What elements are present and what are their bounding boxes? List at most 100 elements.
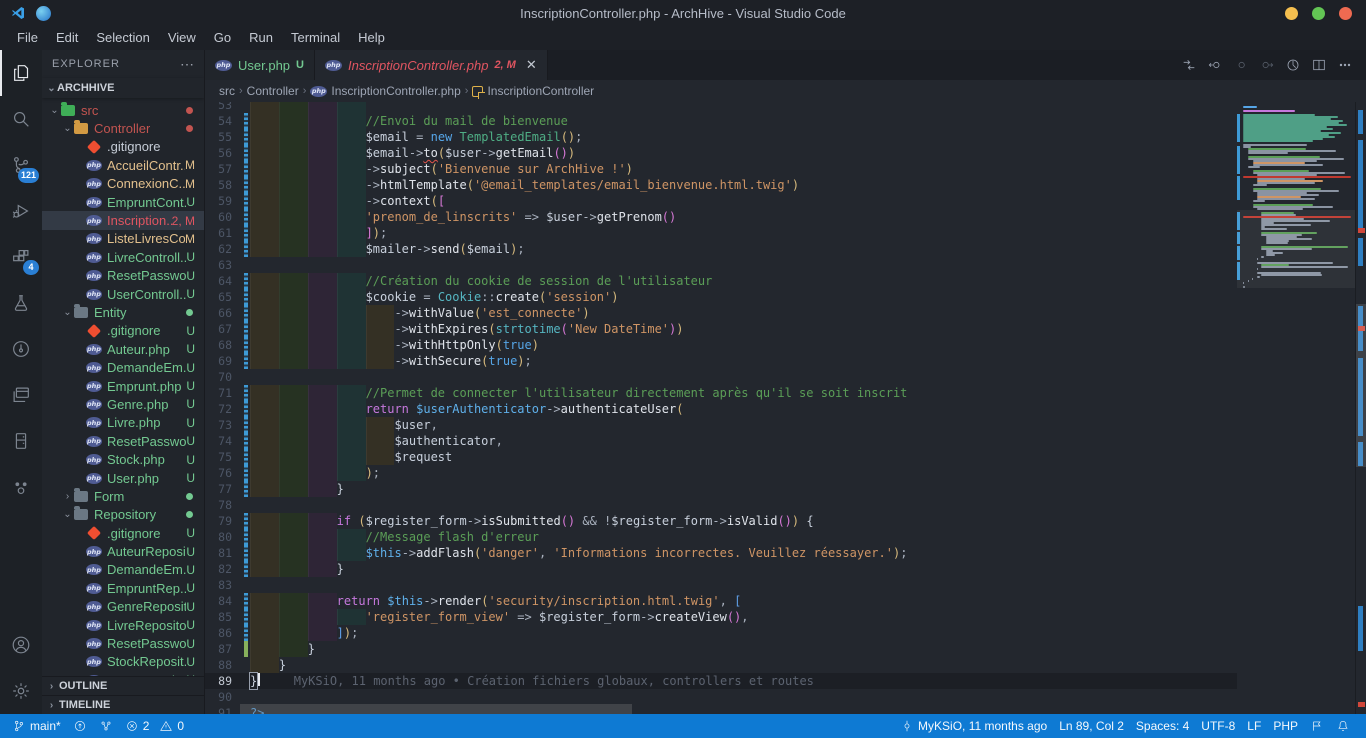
tree-file-resetpasswo[interactable]: phpResetPasswo...U	[42, 267, 204, 285]
code-line-58[interactable]: 58->htmlTemplate('@email_templates/email…	[205, 177, 1237, 193]
tree-file-gitignore[interactable]: .gitignoreU	[42, 524, 204, 542]
previous-change-icon[interactable]	[1230, 54, 1252, 76]
minimize-button[interactable]	[1285, 7, 1298, 20]
code-line-87[interactable]: 87}	[205, 641, 1237, 657]
code-line-88[interactable]: 88}	[205, 657, 1237, 673]
code-line-72[interactable]: 72return $userAuthenticator->authenticat…	[205, 401, 1237, 417]
tree-file-livrereposito[interactable]: phpLivreReposito...U	[42, 616, 204, 634]
code-line-83[interactable]: 83	[205, 577, 1237, 593]
more-actions-icon[interactable]	[1334, 54, 1356, 76]
close-icon[interactable]: ✕	[526, 57, 537, 73]
menu-help[interactable]: Help	[349, 26, 394, 50]
tree-file-resetpasswo[interactable]: phpResetPasswo...U	[42, 634, 204, 652]
tree-file-empruntphp[interactable]: phpEmprunt.phpU	[42, 377, 204, 395]
tree-file-demandeem[interactable]: phpDemandeEm...U	[42, 358, 204, 376]
menu-view[interactable]: View	[159, 26, 205, 50]
tree-file-connexionc[interactable]: phpConnexionC...M	[42, 175, 204, 193]
menu-go[interactable]: Go	[205, 26, 240, 50]
code-line-79[interactable]: 79if ($register_form->isSubmitted() && !…	[205, 513, 1237, 529]
code-line-89[interactable]: 89}MyKSiO, 11 months ago • Création fich…	[205, 673, 1237, 689]
explorer-icon[interactable]	[0, 50, 42, 96]
code-editor[interactable]: 5354//Envoi du mail de bienvenue55$email…	[205, 102, 1237, 714]
tree-file-livrephp[interactable]: phpLivre.phpU	[42, 414, 204, 432]
tab-userphp[interactable]: phpUser.phpU	[205, 50, 315, 80]
horizontal-scrollbar[interactable]	[240, 704, 632, 714]
code-line-63[interactable]: 63	[205, 257, 1237, 273]
code-line-71[interactable]: 71//Permet de connecter l'utilisateur di…	[205, 385, 1237, 401]
code-line-84[interactable]: 84return $this->render('security/inscrip…	[205, 593, 1237, 609]
code-line-78[interactable]: 78	[205, 497, 1237, 513]
code-line-53[interactable]: 53	[205, 102, 1237, 113]
run-debug-icon[interactable]	[0, 188, 42, 234]
code-line-68[interactable]: 68->withHttpOnly(true)	[205, 337, 1237, 353]
status-publish[interactable]	[67, 714, 93, 738]
testing-icon[interactable]	[0, 280, 42, 326]
code-line-60[interactable]: 60'prenom_de_linscrits' => $user->getPre…	[205, 209, 1237, 225]
tree-folder-entity[interactable]: ⌄Entity	[42, 303, 204, 321]
file-history-icon[interactable]	[1282, 54, 1304, 76]
breadcrumb-item[interactable]: src	[219, 84, 235, 98]
status-feedback[interactable]	[1304, 714, 1330, 738]
code-line-69[interactable]: 69->withSecure(true);	[205, 353, 1237, 369]
code-line-70[interactable]: 70	[205, 369, 1237, 385]
scrollbar-thumb[interactable]	[1356, 304, 1366, 467]
code-line-55[interactable]: 55$email = new TemplatedEmail();	[205, 129, 1237, 145]
remote-explorer-icon[interactable]	[0, 372, 42, 418]
open-changes-icon[interactable]	[1178, 54, 1200, 76]
database-icon[interactable]	[0, 418, 42, 464]
tree-folder-controller[interactable]: ⌄Controller	[42, 119, 204, 137]
tree-file-resetpasswo[interactable]: phpResetPasswo...U	[42, 432, 204, 450]
status-git-graph[interactable]	[93, 714, 119, 738]
code-line-90[interactable]: 90	[205, 689, 1237, 705]
code-line-59[interactable]: 59->context([	[205, 193, 1237, 209]
tree-folder-src[interactable]: ⌄src	[42, 101, 204, 119]
code-line-76[interactable]: 76);	[205, 465, 1237, 481]
tree-file-inscription[interactable]: phpInscription...2, M	[42, 211, 204, 229]
menu-selection[interactable]: Selection	[87, 26, 158, 50]
tree-file-userphp[interactable]: phpUser.phpU	[42, 469, 204, 487]
code-line-67[interactable]: 67->withExpires(strtotime('New DateTime'…	[205, 321, 1237, 337]
panel-outline[interactable]: ›OUTLINE	[42, 676, 204, 695]
code-line-65[interactable]: 65$cookie = Cookie::create('session')	[205, 289, 1237, 305]
account-icon[interactable]	[0, 622, 42, 668]
panel-timeline[interactable]: ›TIMELINE	[42, 695, 204, 714]
tree-file-stockphp[interactable]: phpStock.phpU	[42, 450, 204, 468]
tab-inscriptioncontrollerphp[interactable]: phpInscriptionController.php2, M✕	[315, 50, 548, 80]
code-line-64[interactable]: 64//Création du cookie de session de l'u…	[205, 273, 1237, 289]
status-language-mode[interactable]: PHP	[1267, 714, 1304, 738]
menu-file[interactable]: File	[8, 26, 47, 50]
copilot-dots-icon[interactable]	[0, 464, 42, 510]
close-button[interactable]	[1339, 7, 1352, 20]
overview-ruler[interactable]	[1355, 102, 1366, 714]
tree-file-gitignore[interactable]: .gitignoreU	[42, 322, 204, 340]
status-indentation[interactable]: Spaces: 4	[1130, 714, 1195, 738]
tree-file-livrecontroll[interactable]: phpLivreControll...U	[42, 248, 204, 266]
code-line-62[interactable]: 62$mailer->send($email);	[205, 241, 1237, 257]
maximize-button[interactable]	[1312, 7, 1325, 20]
status-blame[interactable]: MyKSiO, 11 months ago	[894, 714, 1053, 738]
menu-edit[interactable]: Edit	[47, 26, 87, 50]
tree-file-empruntcont[interactable]: phpEmpruntCont...U	[42, 193, 204, 211]
search-icon[interactable]	[0, 96, 42, 142]
status-notifications[interactable]	[1330, 714, 1356, 738]
gitlens-icon[interactable]	[0, 326, 42, 372]
menu-terminal[interactable]: Terminal	[282, 26, 349, 50]
code-line-61[interactable]: 61]);	[205, 225, 1237, 241]
tree-file-genrephp[interactable]: phpGenre.phpU	[42, 395, 204, 413]
status-branch[interactable]: main*	[6, 714, 67, 738]
extensions-icon[interactable]: 4	[0, 234, 42, 280]
section-archhive[interactable]: ⌄ ARCHHIVE	[42, 78, 204, 98]
tree-file-auteurreposi[interactable]: phpAuteurReposi...U	[42, 542, 204, 560]
tree-file-auteurphp[interactable]: phpAuteur.phpU	[42, 340, 204, 358]
breadcrumb-item[interactable]: phpInscriptionController.php	[310, 84, 460, 98]
tree-folder-repository[interactable]: ⌄Repository	[42, 506, 204, 524]
gitlens-previous-change-icon[interactable]	[1204, 54, 1226, 76]
next-change-icon[interactable]	[1256, 54, 1278, 76]
tree-file-genrereposit[interactable]: phpGenreReposit...U	[42, 598, 204, 616]
status-cursor-position[interactable]: Ln 89, Col 2	[1053, 714, 1130, 738]
code-line-82[interactable]: 82}	[205, 561, 1237, 577]
minimap-slider[interactable]	[1237, 210, 1355, 288]
code-line-81[interactable]: 81$this->addFlash('danger', 'Information…	[205, 545, 1237, 561]
tree-file-gitignore[interactable]: .gitignore	[42, 138, 204, 156]
code-line-73[interactable]: 73$user,	[205, 417, 1237, 433]
